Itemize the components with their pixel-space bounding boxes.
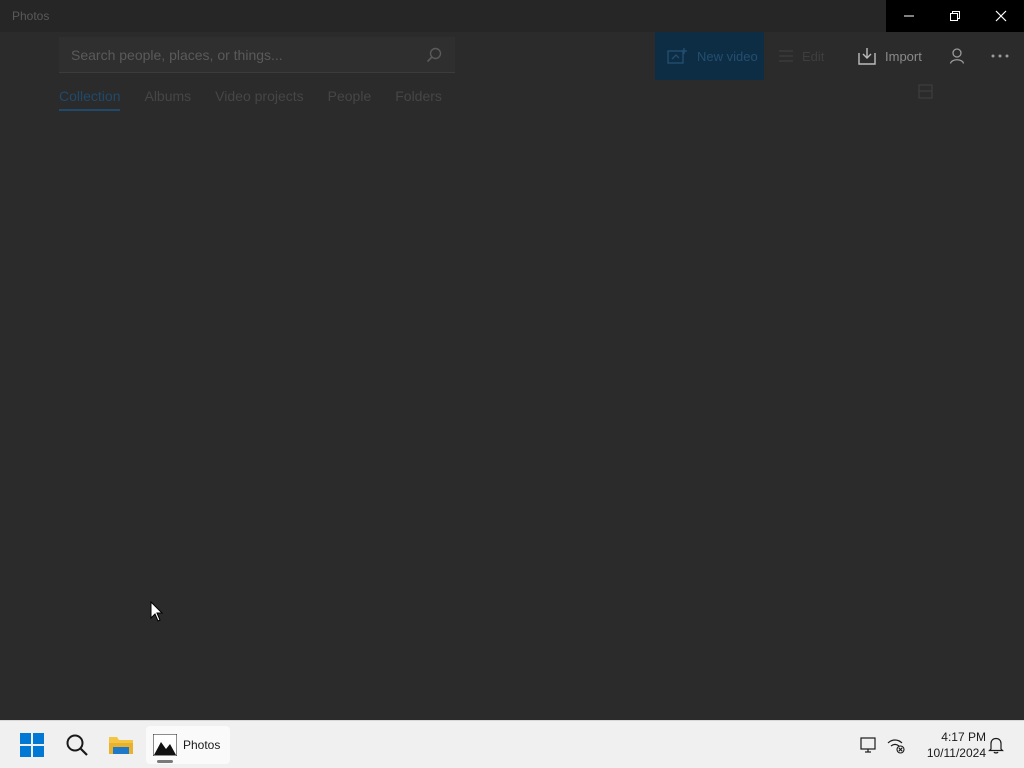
running-indicator (157, 760, 173, 763)
window-controls (886, 0, 1024, 32)
search-icon[interactable] (425, 46, 443, 64)
minimize-button[interactable] (886, 0, 932, 32)
taskbar-clock[interactable]: 4:17 PM 10/11/2024 (912, 729, 986, 761)
tab-folders[interactable]: Folders (395, 88, 442, 108)
navigation-tabs: Collection Albums Video projects People … (59, 88, 466, 112)
more-icon (991, 54, 1009, 58)
restore-icon (950, 11, 960, 21)
new-video-button[interactable]: New video (655, 32, 764, 80)
search-icon (66, 734, 88, 756)
display-tray-button[interactable] (855, 729, 883, 761)
taskbar: Photos 4:17 PM 10/11/2024 (0, 720, 1024, 768)
notifications-button[interactable] (983, 729, 1009, 761)
tab-people[interactable]: People (328, 88, 372, 108)
clock-time: 4:17 PM (941, 730, 986, 744)
close-icon (995, 10, 1007, 22)
clock-date: 10/11/2024 (926, 746, 986, 760)
network-disconnected-icon (887, 739, 905, 754)
search-box[interactable] (59, 37, 455, 73)
edit-icon (779, 50, 793, 62)
close-button[interactable] (978, 0, 1024, 32)
tab-collection[interactable]: Collection (59, 88, 121, 111)
edit-button[interactable]: Edit (778, 32, 848, 80)
new-video-label: New video (697, 48, 758, 64)
title-bar[interactable]: Photos (0, 0, 1024, 32)
tab-albums[interactable]: Albums (144, 88, 191, 108)
minimize-icon (904, 15, 914, 17)
taskbar-search-button[interactable] (61, 729, 93, 761)
windows-logo-icon (20, 733, 44, 757)
restore-button[interactable] (932, 0, 978, 32)
taskbar-app-label: Photos (183, 738, 221, 752)
tab-video-projects[interactable]: Video projects (215, 88, 303, 108)
file-explorer-button[interactable] (105, 729, 137, 761)
network-tray-button[interactable] (882, 729, 910, 761)
more-options-button[interactable] (985, 32, 1015, 80)
mouse-cursor-icon (150, 601, 164, 622)
account-button[interactable] (943, 32, 973, 80)
new-video-icon (667, 48, 687, 64)
window-title: Photos (12, 9, 50, 23)
person-icon (949, 48, 965, 64)
import-label: Import (885, 48, 922, 64)
bell-icon (988, 737, 1004, 754)
edit-label: Edit (802, 48, 825, 64)
import-button[interactable]: Import (857, 32, 935, 80)
photos-app-icon (153, 734, 177, 756)
view-options-icon[interactable] (917, 83, 935, 101)
import-icon (858, 48, 876, 65)
search-input[interactable] (71, 45, 411, 65)
photos-app-window: Photos Search people, places, or things.… (0, 0, 1024, 720)
display-icon (860, 737, 876, 753)
start-button[interactable] (16, 729, 48, 761)
taskbar-app-photos[interactable]: Photos (146, 726, 230, 764)
folder-icon (109, 737, 133, 754)
